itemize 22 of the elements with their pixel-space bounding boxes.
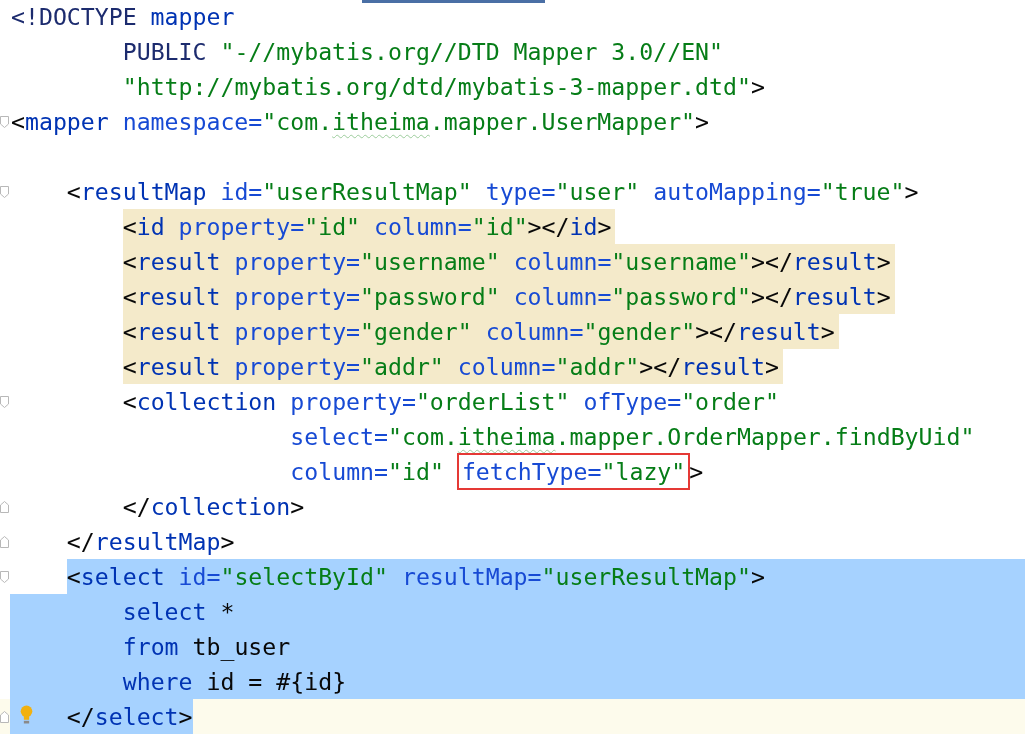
fold-collapse-icon[interactable]: [0, 185, 9, 198]
code-line: where id = #{id}: [122, 667, 347, 697]
code-line: select *: [122, 597, 235, 627]
fold-end-icon[interactable]: [0, 500, 9, 513]
fold-collapse-icon[interactable]: [0, 570, 9, 583]
code-line: select="com.itheima.mapper.OrderMapper.findByUid": [290, 422, 975, 452]
code-line: <mapper namespace="com.itheima.mapper.UserMapper">: [11, 107, 710, 137]
fold-end-icon[interactable]: [0, 710, 9, 723]
fold-end-icon[interactable]: [0, 535, 9, 548]
code-line: from tb_user: [122, 632, 291, 663]
code-line: </select>: [66, 702, 193, 732]
code-line: <resultMap id="userResultMap" type="user" autoMapping="true">: [66, 177, 919, 207]
code-line: <!DOCTYPE mapper: [11, 2, 235, 32]
code-line: <collection property="orderList" ofType="order": [122, 387, 779, 417]
code-line: "http://mybatis.org/dtd/mybatis-3-mapper.dtd">: [122, 72, 765, 102]
code-line: </resultMap>: [66, 527, 235, 557]
code-line: </collection>: [122, 492, 305, 522]
fold-collapse-icon[interactable]: [0, 395, 9, 408]
code-line: column="id" fetchType="lazy" >: [290, 454, 704, 489]
fold-collapse-icon[interactable]: [0, 115, 9, 128]
lightbulb-icon[interactable]: [20, 705, 33, 724]
code-line: PUBLIC "-//mybatis.org//DTD Mapper 3.0//EN": [122, 37, 723, 67]
